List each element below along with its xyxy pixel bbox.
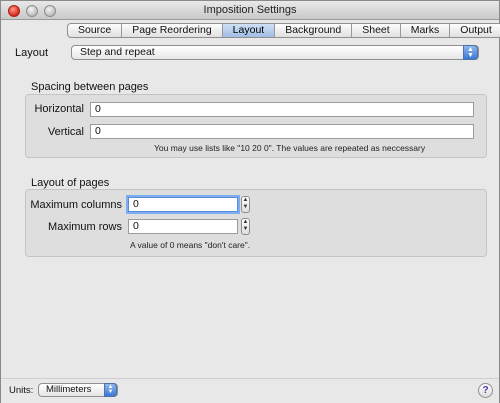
tab-background[interactable]: Background bbox=[275, 24, 353, 37]
spacing-group-title: Spacing between pages bbox=[31, 81, 149, 93]
tab-bar: Source Page Reordering Layout Background… bbox=[67, 23, 500, 38]
max-columns-field[interactable]: 0 bbox=[128, 197, 238, 212]
title-bar[interactable]: Imposition Settings bbox=[1, 1, 499, 20]
layout-row: Layout Step and repeat ▲ ▼ bbox=[15, 45, 479, 60]
layout-label: Layout bbox=[15, 46, 49, 59]
spacing-hint: You may use lists like "10 20 0". The va… bbox=[154, 143, 426, 153]
spacing-group: Horizontal 0 Vertical 0 You may use list… bbox=[25, 94, 487, 158]
units-popup-value: Millimeters bbox=[46, 384, 92, 395]
popup-arrows-icon: ▲ ▼ bbox=[104, 383, 117, 397]
max-rows-field[interactable]: 0 bbox=[128, 219, 238, 234]
imposition-settings-window: Imposition Settings Source Page Reorderi… bbox=[0, 0, 500, 403]
layout-of-pages-hint: A value of 0 means "don't care". bbox=[130, 240, 251, 250]
max-columns-stepper[interactable]: ▲ ▼ bbox=[241, 196, 250, 213]
horizontal-field[interactable]: 0 bbox=[90, 102, 474, 117]
max-rows-label: Maximum rows bbox=[48, 221, 122, 233]
tab-source[interactable]: Source bbox=[68, 24, 123, 37]
layout-of-pages-group: Maximum columns 0 ▲ ▼ Maximum rows 0 ▲ ▼ A… bbox=[25, 189, 487, 257]
tab-layout[interactable]: Layout bbox=[222, 24, 276, 37]
units-popup[interactable]: Millimeters ▲ ▼ bbox=[38, 383, 118, 397]
layout-of-pages-title: Layout of pages bbox=[31, 177, 110, 189]
layout-popup[interactable]: Step and repeat ▲ ▼ bbox=[71, 45, 479, 60]
max-columns-label: Maximum columns bbox=[30, 199, 122, 211]
units-label: Units: bbox=[9, 385, 34, 396]
layout-popup-value: Step and repeat bbox=[80, 46, 155, 58]
vertical-field[interactable]: 0 bbox=[90, 124, 474, 139]
help-icon[interactable]: ? bbox=[478, 383, 493, 398]
window-title: Imposition Settings bbox=[203, 4, 297, 16]
vertical-label: Vertical bbox=[47, 126, 84, 138]
bottom-bar: Units: Millimeters ▲ ▼ ? bbox=[1, 378, 499, 403]
popup-arrows-icon: ▲ ▼ bbox=[463, 45, 478, 60]
horizontal-label: Horizontal bbox=[34, 103, 84, 115]
tab-marks[interactable]: Marks bbox=[401, 24, 451, 37]
tab-page-reordering[interactable]: Page Reordering bbox=[122, 24, 223, 37]
tab-sheet[interactable]: Sheet bbox=[352, 24, 401, 37]
max-rows-stepper[interactable]: ▲ ▼ bbox=[241, 218, 250, 235]
tab-output[interactable]: Output bbox=[450, 24, 500, 37]
